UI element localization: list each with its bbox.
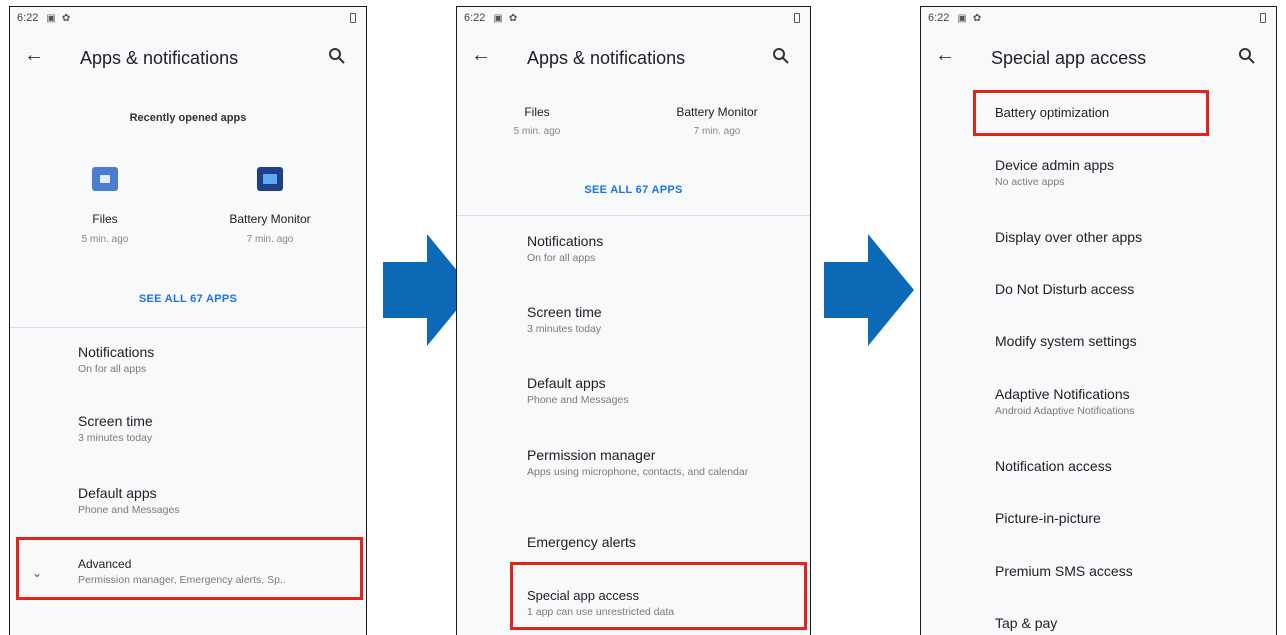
item-title: Picture-in-picture [995, 510, 1101, 526]
settings-gear-icon: ✿ [508, 12, 518, 24]
status-time: 6:22 [464, 12, 486, 24]
search-icon[interactable] [772, 47, 790, 65]
battery-monitor-app-icon [257, 167, 283, 191]
arrow-left-icon[interactable]: ← [471, 45, 491, 65]
item-title: Emergency alerts [527, 534, 636, 550]
battery-icon [1260, 13, 1266, 23]
item-subtitle: 3 minutes today [78, 432, 153, 444]
item-title: Premium SMS access [995, 563, 1133, 579]
settings-gear-icon: ✿ [61, 12, 71, 24]
item-title: Device admin apps [995, 157, 1115, 173]
see-all-apps-button[interactable]: SEE ALL 67 APPS [10, 293, 366, 305]
item-subtitle: Phone and Messages [527, 394, 629, 406]
recent-apps-header: Recently opened apps [129, 112, 247, 124]
item-title: Notifications [78, 344, 155, 360]
item-title: Modify system settings [995, 333, 1137, 349]
item-subtitle: Apps using microphone, contacts, and cal… [527, 466, 749, 478]
highlight-box-special-app-access [510, 562, 807, 630]
menu-item-notifications[interactable]: Notifications On for all apps [527, 233, 603, 265]
item-subtitle: On for all apps [78, 363, 147, 375]
divider [457, 215, 810, 216]
highlight-box-advanced [16, 537, 363, 600]
menu-item-device-admin-apps[interactable]: Device admin apps No active apps [995, 157, 1114, 189]
menu-item-do-not-disturb-access[interactable]: Do Not Disturb access [995, 281, 1134, 297]
app-last-opened: 7 min. ago [246, 234, 294, 245]
item-title: Display over other apps [995, 229, 1143, 245]
item-title: Adaptive Notifications [995, 386, 1130, 402]
page-title: Special app access [991, 48, 1147, 68]
app-bar: ← Apps & notifications [10, 37, 366, 77]
menu-item-tap-and-pay[interactable]: Tap & pay [995, 615, 1057, 631]
menu-item-picture-in-picture[interactable]: Picture-in-picture [995, 510, 1101, 526]
menu-item-permission-manager[interactable]: Permission manager Apps using microphone… [527, 447, 777, 479]
app-bar: ← Special app access [921, 37, 1276, 77]
item-title: Default apps [78, 485, 157, 501]
menu-item-emergency-alerts[interactable]: Emergency alerts [527, 534, 636, 550]
menu-item-adaptive-notifications[interactable]: Adaptive Notifications Android Adaptive … [995, 386, 1135, 418]
item-title: Tap & pay [995, 615, 1058, 631]
recent-app-battery-monitor[interactable]: Battery Monitor 7 min. ago [652, 101, 782, 141]
battery-icon [794, 13, 800, 23]
notification-icon: ▣ [957, 12, 967, 24]
page-title: Apps & notifications [80, 48, 239, 68]
settings-gear-icon: ✿ [972, 12, 982, 24]
search-icon[interactable] [1238, 47, 1256, 65]
status-bar: 6:22 ▣ ✿ [457, 7, 810, 29]
item-subtitle: No active apps [995, 176, 1065, 188]
page-title: Apps & notifications [527, 48, 686, 68]
notification-icon: ▣ [493, 12, 503, 24]
status-bar: 6:22 ▣ ✿ [10, 7, 366, 29]
item-title: Permission manager [527, 447, 656, 463]
files-app-icon [92, 167, 118, 191]
screen-apps-notifications-2: 6:22 ▣ ✿ ← Apps & notifications Files 5 … [456, 6, 811, 635]
recent-app-files[interactable]: Files 5 min. ago [60, 157, 150, 257]
app-bar: ← Apps & notifications [457, 37, 810, 77]
item-title: Notifications [527, 233, 604, 249]
item-title: Do Not Disturb access [995, 281, 1135, 297]
notification-icon: ▣ [46, 12, 56, 24]
recent-app-files[interactable]: Files 5 min. ago [487, 101, 587, 141]
app-last-opened: 7 min. ago [693, 126, 741, 137]
menu-item-modify-system-settings[interactable]: Modify system settings [995, 333, 1137, 349]
item-subtitle: Phone and Messages [78, 504, 180, 516]
item-subtitle: Android Adaptive Notifications [995, 405, 1135, 417]
menu-item-default-apps[interactable]: Default apps Phone and Messages [527, 375, 629, 407]
recent-app-battery-monitor[interactable]: Battery Monitor 7 min. ago [205, 157, 335, 257]
highlight-box-battery-optimization [973, 90, 1209, 136]
search-icon[interactable] [328, 47, 346, 65]
app-last-opened: 5 min. ago [513, 126, 561, 137]
arrow-left-icon[interactable]: ← [24, 45, 44, 65]
divider [10, 327, 366, 328]
battery-icon [350, 13, 356, 23]
app-last-opened: 5 min. ago [81, 234, 129, 245]
menu-item-default-apps[interactable]: Default apps Phone and Messages [78, 485, 180, 517]
menu-item-notification-access[interactable]: Notification access [995, 458, 1112, 474]
see-all-apps-button[interactable]: SEE ALL 67 APPS [457, 184, 810, 196]
menu-item-screen-time[interactable]: Screen time 3 minutes today [78, 413, 153, 445]
app-name: Files [524, 105, 550, 119]
item-title: Notification access [995, 458, 1112, 474]
item-title: Screen time [527, 304, 602, 320]
item-title: Default apps [527, 375, 606, 391]
app-name: Battery Monitor [229, 212, 311, 226]
status-time: 6:22 [928, 12, 950, 24]
status-time: 6:22 [17, 12, 39, 24]
menu-item-premium-sms-access[interactable]: Premium SMS access [995, 563, 1133, 579]
app-name: Battery Monitor [676, 105, 758, 119]
item-title: Screen time [78, 413, 153, 429]
menu-item-notifications[interactable]: Notifications On for all apps [78, 344, 154, 376]
menu-item-screen-time[interactable]: Screen time 3 minutes today [527, 304, 602, 336]
right-arrow-icon [824, 234, 914, 346]
app-name: Files [92, 212, 118, 226]
arrow-left-icon[interactable]: ← [935, 45, 955, 65]
status-bar: 6:22 ▣ ✿ [921, 7, 1276, 29]
item-subtitle: On for all apps [527, 252, 596, 264]
menu-item-display-over-other-apps[interactable]: Display over other apps [995, 229, 1142, 245]
item-subtitle: 3 minutes today [527, 323, 602, 335]
